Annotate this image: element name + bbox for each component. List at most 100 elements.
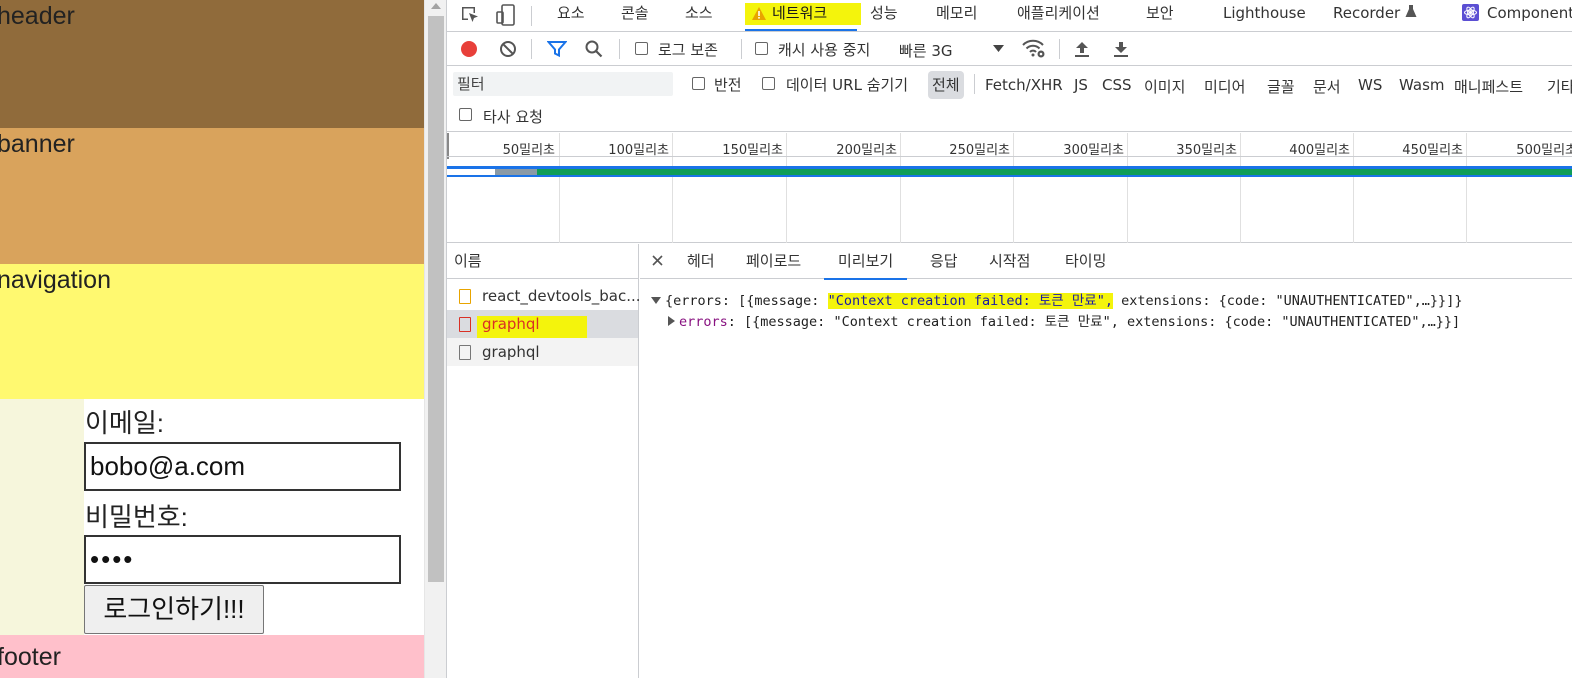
preview-errors-line[interactable]: errors: [{message: "Context creation fai… xyxy=(668,310,1460,330)
name-column-header[interactable]: 이름 xyxy=(447,244,638,279)
filter-type-manifest[interactable]: 매니페스트 xyxy=(1454,76,1523,97)
filter-type-doc[interactable]: 문서 xyxy=(1313,76,1341,97)
filter-type-wasm[interactable]: Wasm xyxy=(1399,76,1445,94)
search-icon[interactable] xyxy=(585,40,603,58)
tab-memory[interactable]: 메모리 xyxy=(936,0,977,31)
filter-input[interactable]: 필터 xyxy=(453,72,673,96)
request-list: 이름 react_devtools_bac... graphql graphql xyxy=(447,244,641,678)
tab-elements[interactable]: 요소 xyxy=(557,0,585,31)
tab-headers[interactable]: 헤더 xyxy=(687,244,715,279)
chevron-down-icon[interactable] xyxy=(993,45,1004,53)
tab-console[interactable]: 콘솔 xyxy=(621,0,649,31)
request-row[interactable]: react_devtools_bac... xyxy=(447,282,641,310)
page-scrollbar[interactable] xyxy=(424,0,446,678)
filter-icon[interactable] xyxy=(547,40,567,58)
close-icon[interactable] xyxy=(652,255,663,266)
invert-checkbox[interactable] xyxy=(692,77,705,90)
disable-cache-checkbox[interactable] xyxy=(755,42,768,55)
tab-network[interactable]: 네트워크 xyxy=(745,0,861,31)
preview-root-line[interactable]: {errors: [{message: "Context creation fa… xyxy=(651,289,1462,309)
tab-lighthouse[interactable]: Lighthouse xyxy=(1223,0,1306,31)
login-form: 이메일: bobo@a.com 비밀번호: •••• 로그인하기!!! xyxy=(0,399,424,635)
filter-type-media[interactable]: 미디어 xyxy=(1204,76,1245,97)
timeline-overview[interactable]: 50밀리초 100밀리초 150밀리초 200밀리초 250밀리초 300밀리초… xyxy=(447,133,1572,243)
json-suffix: extensions: {code: "UNAUTHENTICATED",…}}… xyxy=(1112,293,1463,309)
filter-all-button[interactable]: 전체 xyxy=(928,71,964,99)
aside-column xyxy=(0,399,84,635)
request-name: graphql xyxy=(482,315,540,333)
network-conditions-icon[interactable] xyxy=(1022,39,1046,59)
third-party-label: 타사 요청 xyxy=(483,108,543,126)
network-toolbar: 로그 보존 캐시 사용 중지 빠른 3G xyxy=(447,32,1572,66)
navigation-section: navigation xyxy=(0,264,424,399)
error-file-icon xyxy=(459,317,471,332)
email-input[interactable]: bobo@a.com xyxy=(84,442,401,491)
filter-type-other[interactable]: 기타 xyxy=(1547,76,1572,97)
filter-type-fetch-xhr[interactable]: Fetch/XHR xyxy=(985,76,1063,94)
preserve-log-checkbox[interactable] xyxy=(635,42,648,55)
tab-performance[interactable]: 성능 xyxy=(870,0,898,31)
footer-label: footer xyxy=(0,643,61,671)
detail-tabbar: 헤더 페이로드 미리보기 응답 시작점 타이밍 xyxy=(640,244,1572,280)
navigation-label: navigation xyxy=(0,266,111,294)
expand-triangle-icon[interactable] xyxy=(668,316,675,326)
request-row-selected[interactable]: graphql xyxy=(447,310,638,338)
throttle-select[interactable]: 빠른 3G xyxy=(899,40,953,61)
hide-data-urls-checkbox[interactable] xyxy=(762,77,775,90)
request-detail-panel: 헤더 페이로드 미리보기 응답 시작점 타이밍 {errors: [{messa… xyxy=(640,244,1572,678)
invert-label: 반전 xyxy=(714,76,742,94)
json-value: : [{message: "Context creation failed: 토… xyxy=(727,314,1461,330)
tab-sources[interactable]: 소스 xyxy=(685,0,713,31)
tab-initiator[interactable]: 시작점 xyxy=(989,244,1030,279)
filter-type-ws[interactable]: WS xyxy=(1358,76,1382,94)
record-icon[interactable] xyxy=(460,40,478,58)
warning-icon xyxy=(751,6,767,21)
filter-type-font[interactable]: 글꼴 xyxy=(1267,76,1295,97)
tab-components[interactable]: Component xyxy=(1487,0,1572,31)
password-input[interactable]: •••• xyxy=(84,535,401,584)
device-toggle-icon[interactable] xyxy=(495,3,517,27)
tab-application[interactable]: 애플리케이션 xyxy=(1017,0,1100,31)
filter-type-js[interactable]: JS xyxy=(1074,76,1088,94)
hide-data-urls-label: 데이터 URL 숨기기 xyxy=(786,76,909,94)
tab-timing[interactable]: 타이밍 xyxy=(1065,244,1106,279)
file-icon xyxy=(459,345,471,360)
tab-recorder[interactable]: Recorder xyxy=(1333,0,1400,31)
collapse-triangle-icon[interactable] xyxy=(651,297,661,304)
disable-cache-label: 캐시 사용 중지 xyxy=(778,41,871,59)
tab-payload[interactable]: 페이로드 xyxy=(746,244,801,279)
third-party-checkbox[interactable] xyxy=(459,108,472,121)
clear-icon[interactable] xyxy=(499,40,517,58)
request-name: graphql xyxy=(482,343,540,361)
flask-icon xyxy=(1405,4,1417,19)
banner-section: banner xyxy=(0,128,424,264)
preserve-log-label: 로그 보존 xyxy=(658,41,718,59)
export-har-icon[interactable] xyxy=(1113,40,1129,58)
header-label: header xyxy=(0,2,75,30)
login-button[interactable]: 로그인하기!!! xyxy=(84,585,264,634)
email-label: 이메일: xyxy=(85,408,164,438)
script-file-icon xyxy=(459,289,471,304)
filter-type-image[interactable]: 이미지 xyxy=(1144,76,1185,97)
scrollbar-thumb[interactable] xyxy=(428,16,444,582)
scroll-up-arrow-icon[interactable] xyxy=(431,3,441,9)
filter-bar-secondary: 타사 요청 xyxy=(447,100,1572,132)
json-key: errors xyxy=(679,314,728,330)
json-prefix: {errors: [{message: xyxy=(665,293,828,309)
password-label: 비밀번호: xyxy=(85,502,188,532)
tab-security[interactable]: 보안 xyxy=(1146,0,1174,31)
inspect-element-icon[interactable] xyxy=(459,4,481,26)
tab-preview[interactable]: 미리보기 xyxy=(823,244,908,280)
request-name: react_devtools_bac... xyxy=(482,287,641,305)
devtools-tabbar: 요소 콘솔 소스 네트워크 성능 메모리 애플리케이션 보안 Lighthous… xyxy=(447,0,1572,32)
header-section: header xyxy=(0,0,424,128)
request-row[interactable]: graphql xyxy=(447,338,638,366)
tab-network-label: 네트워크 xyxy=(772,4,828,22)
filter-type-css[interactable]: CSS xyxy=(1102,76,1132,94)
web-page: header banner navigation 이메일: bobo@a.com… xyxy=(0,0,424,678)
tab-response[interactable]: 응답 xyxy=(930,244,958,279)
react-components-icon xyxy=(1462,4,1479,21)
devtools-panel: 요소 콘솔 소스 네트워크 성능 메모리 애플리케이션 보안 Lighthous… xyxy=(446,0,1572,678)
error-message-highlight: "Context creation failed: 토큰 만료", xyxy=(827,293,1113,309)
import-har-icon[interactable] xyxy=(1074,40,1090,58)
